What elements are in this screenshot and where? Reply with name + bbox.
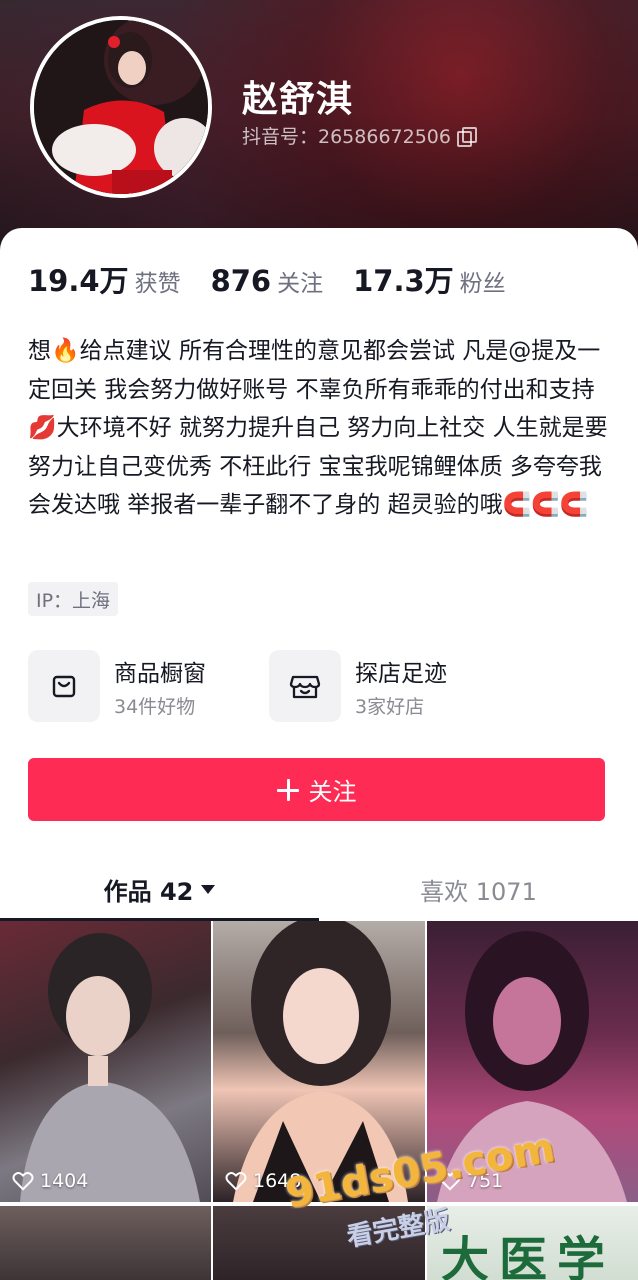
stat-likes-value: 19.4万 <box>28 264 129 298</box>
caret-down-icon <box>201 884 216 894</box>
stat-following-value: 876 <box>210 264 272 298</box>
tab-works[interactable]: 作品 42 <box>0 858 319 920</box>
bio-text: 想🔥给点建议 所有合理性的意见都会尝试 凡是@提及一定回关 我会努力做好账号 不… <box>28 338 608 518</box>
stats-row: 19.4万 获赞 876 关注 17.3万 粉丝 <box>28 258 536 300</box>
follow-button-label: 关注 <box>308 778 357 806</box>
like-count-value: 1404 <box>40 1170 89 1192</box>
profile-card: 19.4万 获赞 876 关注 17.3万 粉丝 想🔥给点建议 所有合理性的意见… <box>0 228 638 1280</box>
stat-following-label: 关注 <box>277 271 324 297</box>
stat-followers-value: 17.3万 <box>353 264 454 298</box>
shopping-bag-icon <box>28 650 100 722</box>
account-id-text: 抖音号：26586672506 <box>242 126 451 148</box>
shop-window-count: 34件好物 <box>114 695 196 718</box>
store-visits-title: 探店足迹 <box>355 660 447 687</box>
video-thumbnail[interactable]: 大医学 <box>427 1206 638 1280</box>
tab-works-label: 作品 42 <box>103 877 194 906</box>
shop-window-entry[interactable]: 商品橱窗 34件好物 <box>28 650 206 722</box>
store-visits-count: 3家好店 <box>355 695 425 718</box>
video-thumbnail-image <box>20 933 200 1202</box>
storefront-icon <box>269 650 341 722</box>
copy-icon[interactable] <box>456 126 477 147</box>
stat-following[interactable]: 876 关注 <box>211 264 324 298</box>
shop-window-title: 商品橱窗 <box>114 660 206 687</box>
heart-icon <box>12 1172 34 1191</box>
stat-followers-label: 粉丝 <box>459 271 506 297</box>
video-thumbnail[interactable]: 1404 <box>0 921 211 1202</box>
like-count: 1404 <box>12 1170 88 1192</box>
follow-button[interactable]: 关注 <box>28 758 605 821</box>
tab-likes[interactable]: 喜欢 1071 <box>319 858 638 920</box>
display-name: 赵舒淇 <box>242 79 354 120</box>
content-tabs: 作品 42 喜欢 1071 <box>0 858 638 921</box>
store-visits-entry[interactable]: 探店足迹 3家好店 <box>269 650 447 722</box>
thumbnail-sign-text: 大医学 <box>441 1232 616 1280</box>
account-id: 抖音号：26586672506 <box>242 122 477 149</box>
plus-icon <box>276 778 299 801</box>
avatar[interactable] <box>30 16 212 198</box>
heart-icon <box>225 1172 247 1191</box>
tab-likes-label: 喜欢 1071 <box>420 877 537 906</box>
stat-likes-label: 获赞 <box>134 271 181 297</box>
video-thumbnail[interactable] <box>0 1206 211 1280</box>
stat-likes[interactable]: 19.4万 获赞 <box>28 258 181 300</box>
ip-location-tag: IP：上海 <box>28 582 119 616</box>
avatar-image <box>34 20 208 194</box>
stat-followers[interactable]: 17.3万 粉丝 <box>353 258 506 300</box>
